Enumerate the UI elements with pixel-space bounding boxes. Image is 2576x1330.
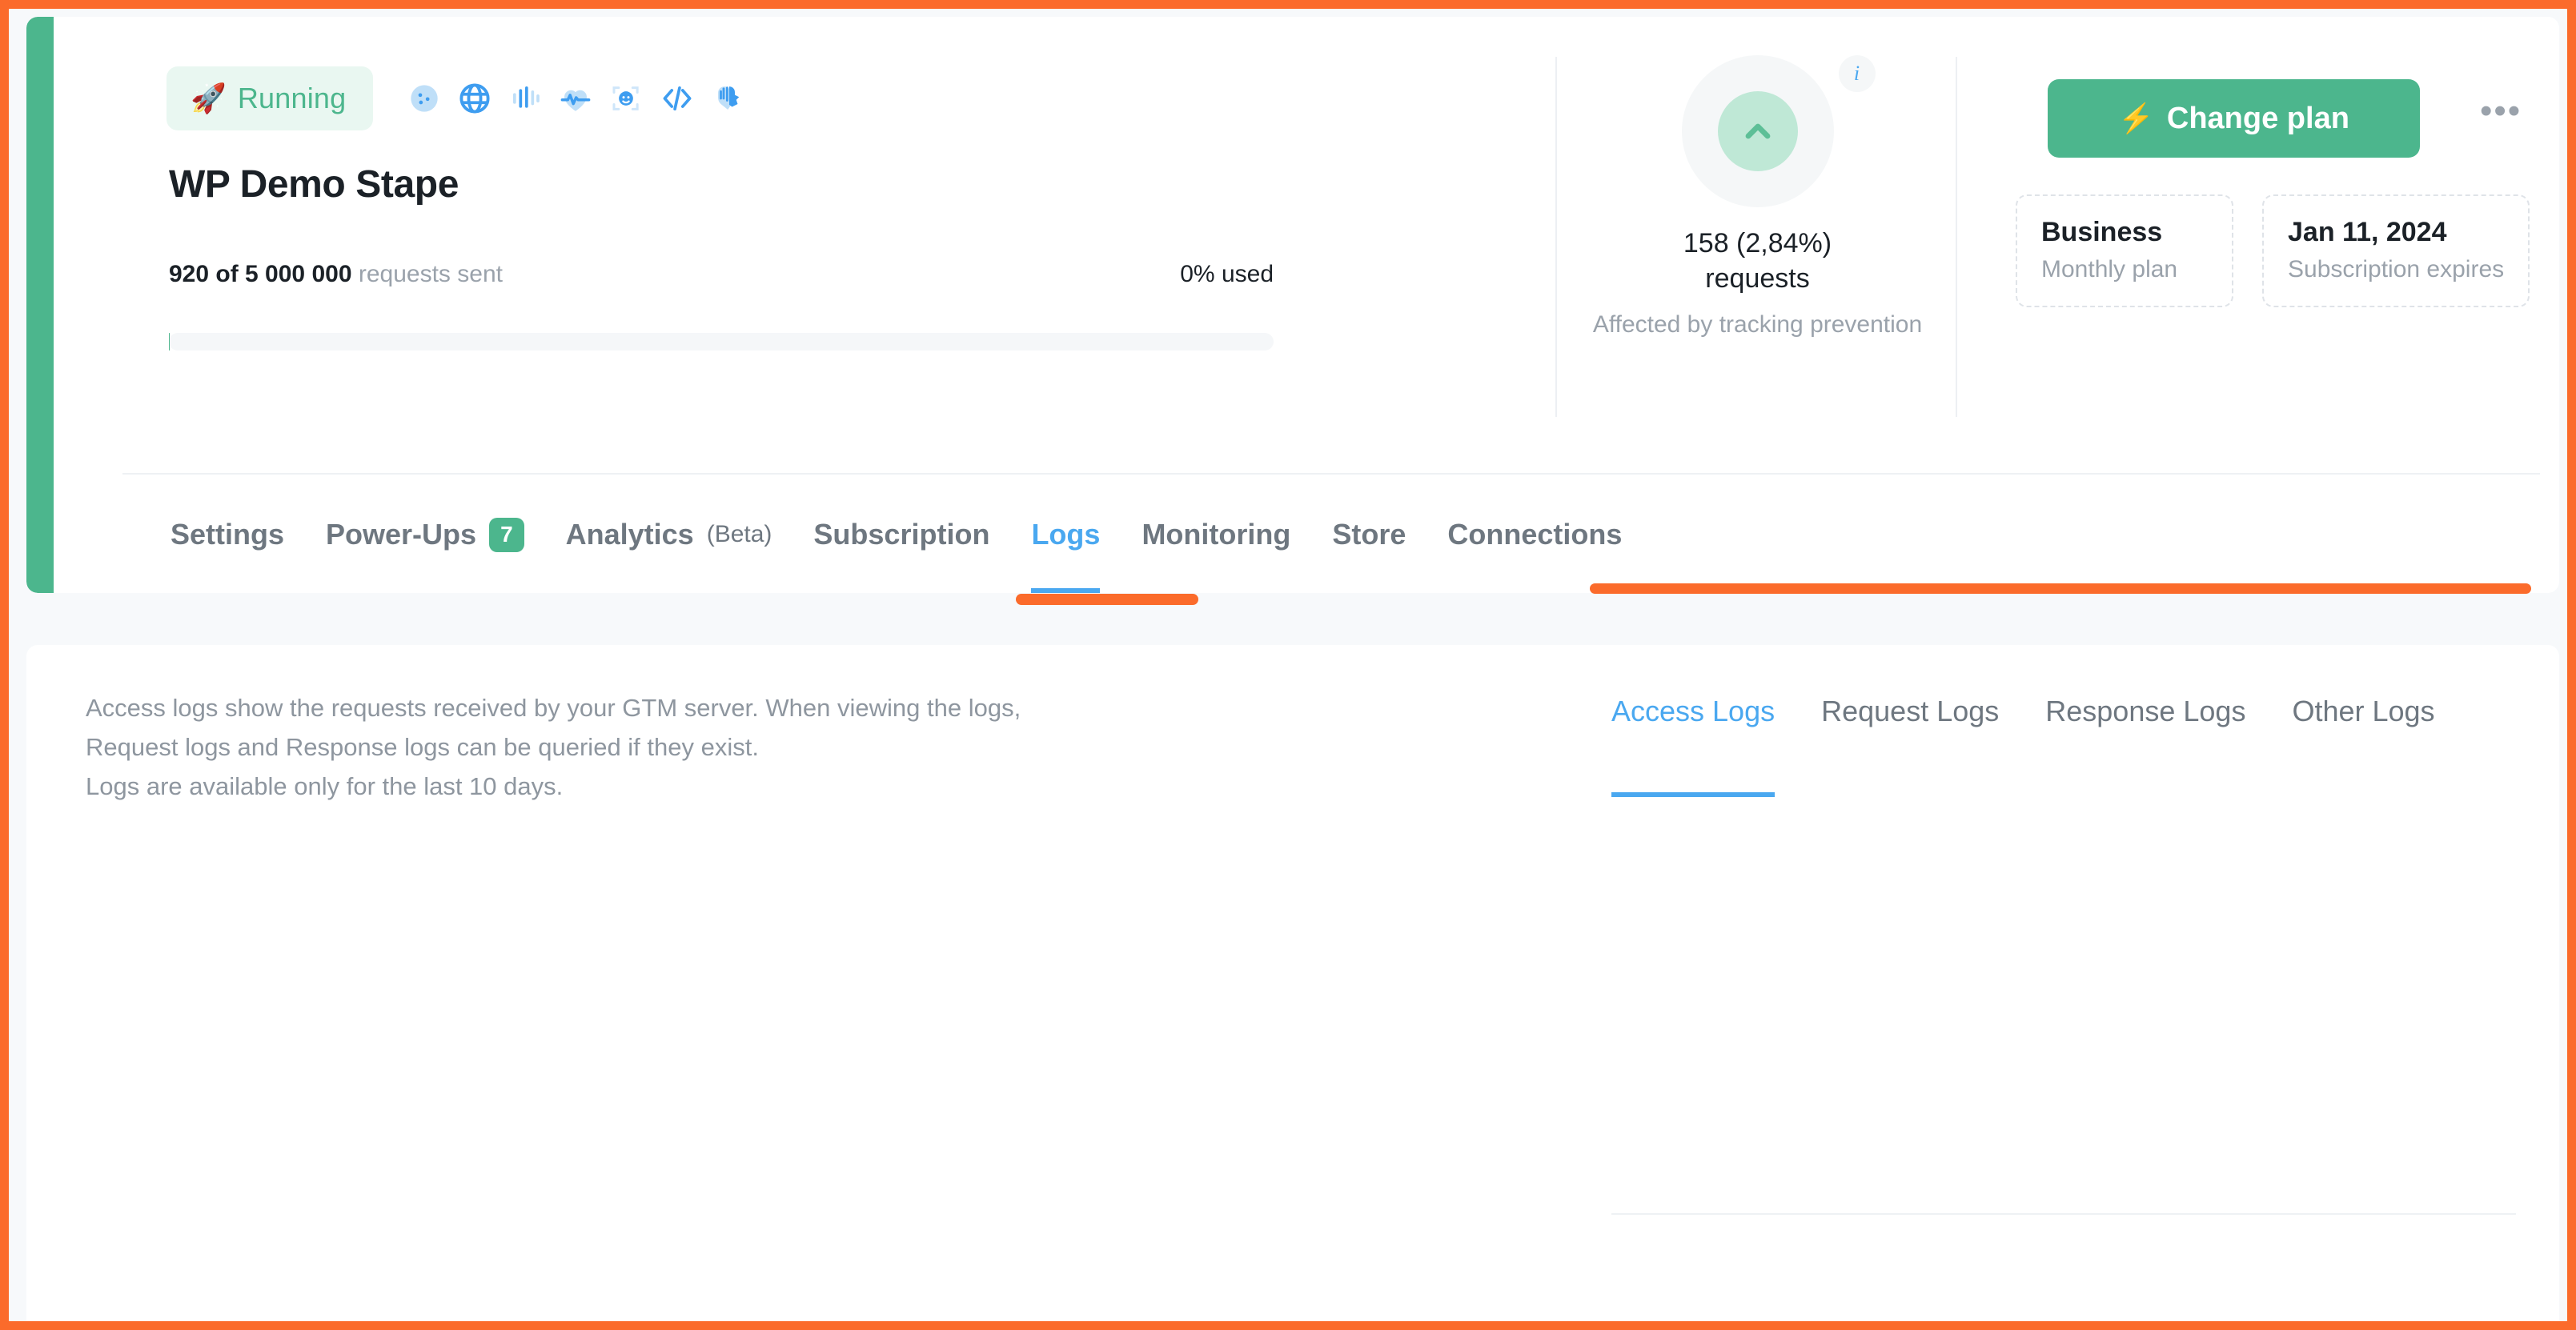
log-tab-response-logs-label: Response Logs (2045, 695, 2246, 727)
log-tab-other-logs[interactable]: Other Logs (2292, 695, 2434, 797)
change-plan-button[interactable]: ⚡ Change plan (2048, 79, 2420, 158)
tab-analytics-beta: (Beta) (706, 521, 772, 548)
status-badge[interactable]: 🚀 Running (167, 66, 374, 130)
usage-count-value: 920 of 5 000 000 (169, 261, 352, 287)
tab-subscription-label: Subscription (813, 518, 990, 551)
bars-icon[interactable] (509, 82, 541, 114)
page-title: WP Demo Stape (169, 163, 459, 206)
stat-divider-left (1555, 57, 1557, 417)
plan-tier-subtitle: Monthly plan (2041, 256, 2178, 282)
face-scan-icon[interactable] (610, 82, 642, 114)
log-tabs-divider (1611, 1213, 2516, 1215)
annotation-highlight-logs-tab (1016, 594, 1198, 605)
tab-analytics[interactable]: Analytics (Beta) (566, 518, 772, 593)
tab-logs[interactable]: Logs (1031, 518, 1101, 593)
tab-subscription[interactable]: Subscription (813, 518, 989, 593)
tab-power-ups[interactable]: Power-Ups 7 (326, 518, 524, 593)
plan-tier-title: Business (2041, 217, 2163, 247)
log-tab-response-logs[interactable]: Response Logs (2045, 695, 2245, 797)
logs-description: Access logs show the requests received b… (86, 689, 1021, 807)
main-tabs: Settings Power-Ups 7 Analytics (Beta) Su… (122, 475, 2540, 593)
main-tabbar: Settings Power-Ups 7 Analytics (Beta) Su… (122, 473, 2540, 593)
log-tab-request-logs[interactable]: Request Logs (1821, 695, 1999, 797)
log-tab-access-logs[interactable]: Access Logs (1611, 695, 1776, 797)
tab-settings[interactable]: Settings (171, 518, 284, 593)
log-tab-request-logs-label: Request Logs (1821, 695, 2000, 727)
tab-power-ups-badge: 7 (489, 518, 524, 552)
feature-icon-strip (408, 81, 746, 116)
globe-icon[interactable] (458, 82, 492, 115)
tab-store[interactable]: Store (1332, 518, 1406, 593)
tab-connections-label: Connections (1447, 518, 1623, 551)
code-icon[interactable] (660, 81, 695, 116)
tab-monitoring-label: Monitoring (1142, 518, 1291, 551)
usage-percent-label: 0% used (1180, 261, 1274, 287)
plan-card-expiry: Jan 11, 2024 Subscription expires (2262, 194, 2530, 307)
app-screenshot-frame: 🚀 Running WP Demo Stape 920 of 5 000 000… (0, 0, 2576, 1330)
usage-counts: 920 of 5 000 000 requests sent (169, 261, 503, 288)
info-icon[interactable]: i (1838, 55, 1876, 92)
usage-count-suffix: requests sent (358, 261, 503, 287)
stat-value-number: 158 (2,84%) (1683, 228, 1832, 258)
tab-connections[interactable]: Connections (1447, 518, 1622, 593)
server-overview-card: 🚀 Running WP Demo Stape 920 of 5 000 000… (26, 17, 2559, 593)
rocket-icon: 🚀 (191, 82, 227, 114)
stat-value: 158 (2,84%) requests (1591, 226, 1924, 296)
tab-monitoring[interactable]: Monitoring (1142, 518, 1290, 593)
usage-progress-bar (169, 333, 1274, 351)
log-tab-access-logs-label: Access Logs (1611, 695, 1776, 727)
tab-analytics-label: Analytics (565, 518, 694, 551)
plan-card-tier: Business Monthly plan (2016, 194, 2233, 307)
stat-value-unit: requests (1705, 262, 1810, 294)
logs-panel-card: Access logs show the requests received b… (26, 645, 2559, 1321)
bolt-icon: ⚡ (2118, 102, 2154, 134)
logs-description-line-2: Request logs and Response logs can be qu… (86, 732, 759, 761)
logs-description-line-1: Access logs show the requests received b… (86, 694, 1021, 722)
chevron-up-icon (1717, 91, 1798, 171)
tab-store-label: Store (1332, 518, 1406, 551)
change-plan-label: Change plan (2166, 101, 2349, 135)
tab-settings-label: Settings (171, 518, 285, 551)
log-tab-other-logs-label: Other Logs (2292, 695, 2435, 727)
status-accent-rail (26, 17, 54, 593)
stat-caption: Affected by tracking prevention (1592, 311, 1923, 339)
tab-logs-label: Logs (1031, 518, 1101, 551)
plan-info-cards: Business Monthly plan Jan 11, 2024 Subsc… (2016, 194, 2530, 307)
plan-expiry-subtitle: Subscription expires (2288, 256, 2505, 282)
brain-icon[interactable] (712, 82, 746, 115)
status-label: Running (237, 82, 347, 114)
stat-circle: i (1681, 55, 1876, 207)
heartbeat-icon[interactable] (559, 82, 592, 115)
more-options-button[interactable]: ••• (2480, 94, 2522, 129)
status-row: 🚀 Running (167, 66, 746, 130)
log-type-tabs: Access Logs Request Logs Response Logs O… (1611, 695, 2435, 797)
tab-power-ups-label: Power-Ups (326, 518, 477, 551)
annotation-highlight-log-type-tabs (1590, 583, 2531, 594)
tracking-prevention-stat: i 158 (2,84%) requests Affected by track… (1591, 55, 1924, 340)
stat-divider-right (1956, 57, 1957, 417)
cookie-icon[interactable] (408, 82, 440, 114)
logs-description-line-3: Logs are available only for the last 10 … (86, 771, 564, 800)
plan-expiry-date: Jan 11, 2024 (2288, 217, 2447, 247)
usage-summary: 920 of 5 000 000 requests sent 0% used (169, 261, 1274, 288)
